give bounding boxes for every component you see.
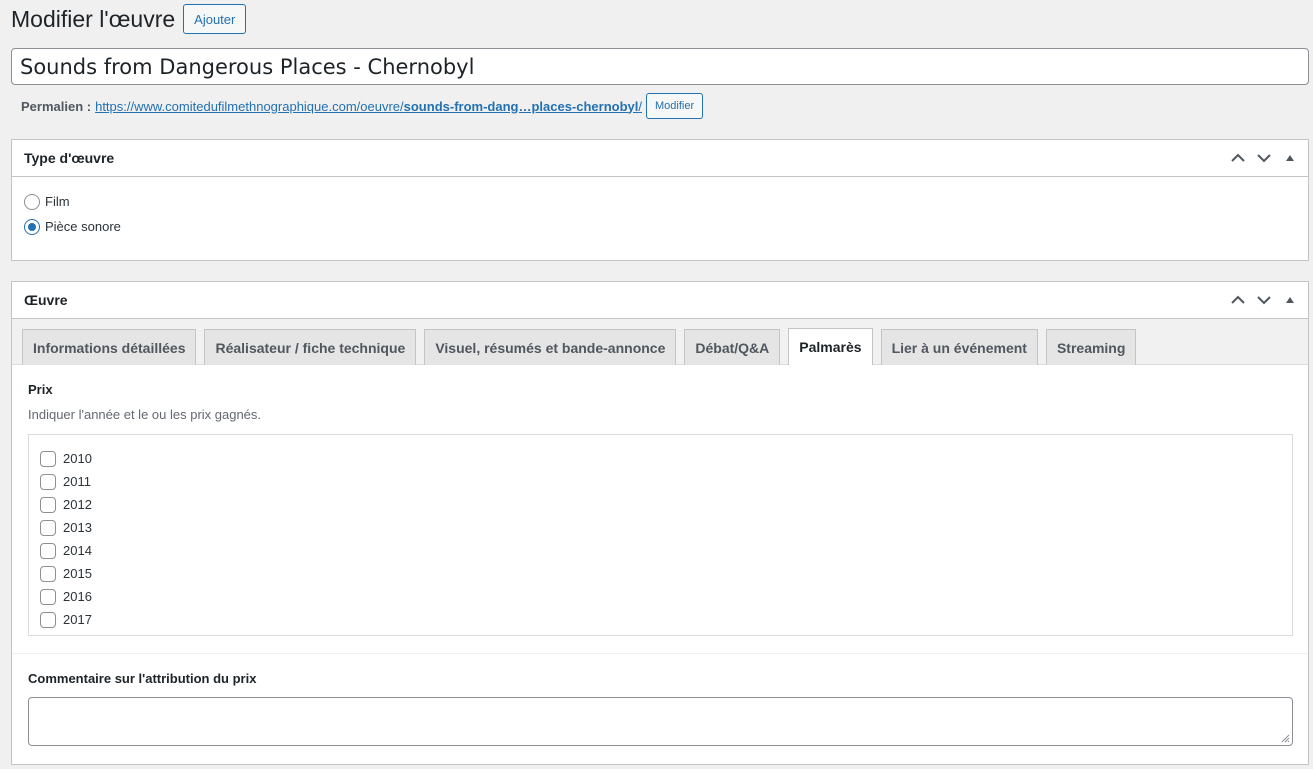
- checkbox[interactable]: [40, 565, 56, 582]
- checkbox-label: 2015: [63, 566, 92, 581]
- type-oeuvre-header: Type d'œuvre: [12, 140, 1308, 177]
- chevron-up-icon[interactable]: [1228, 148, 1248, 168]
- tab-palmares[interactable]: Palmarès: [788, 328, 873, 365]
- list-item[interactable]: 2015: [40, 562, 1292, 585]
- tab-debat[interactable]: Débat/Q&A: [684, 329, 781, 365]
- checkbox[interactable]: [40, 588, 56, 605]
- list-item[interactable]: 2017: [40, 608, 1292, 631]
- type-oeuvre-box: Type d'œuvre Film Pièce sonore: [11, 139, 1309, 261]
- tab-streaming[interactable]: Streaming: [1045, 329, 1137, 365]
- box-handle-actions: [1228, 148, 1300, 168]
- checkbox-label: 2010: [63, 451, 92, 466]
- page-header: Modifier l'œuvre Ajouter: [11, 4, 247, 34]
- type-oeuvre-options: Film Pièce sonore: [12, 177, 1308, 239]
- field-divider: [12, 653, 1308, 654]
- checkbox-label: 2013: [63, 520, 92, 535]
- checkbox[interactable]: [40, 473, 56, 490]
- radio-film[interactable]: [24, 193, 40, 210]
- tab-realisateur[interactable]: Réalisateur / fiche technique: [204, 329, 417, 365]
- oeuvre-title: Œuvre: [24, 292, 68, 308]
- prix-description: Indiquer l'année et le ou les prix gagné…: [28, 407, 262, 422]
- list-item[interactable]: 2012: [40, 493, 1292, 516]
- permalink-trailing-slash: /: [638, 98, 643, 114]
- commentaire-label: Commentaire sur l'attribution du prix: [28, 671, 257, 686]
- permalink-slug: sounds-from-dang…places-chernobyl: [403, 98, 639, 114]
- toggle-arrow-icon[interactable]: [1280, 148, 1300, 168]
- permalink-url-base: https://www.comitedufilmethnographique.c…: [95, 98, 404, 114]
- oeuvre-tabs: Informations détaillées Réalisateur / fi…: [12, 319, 1308, 365]
- oeuvre-box: Œuvre Informations détaillées Réalisateu…: [11, 281, 1309, 765]
- page-title: Modifier l'œuvre: [11, 5, 176, 32]
- checkbox-label: 2014: [63, 543, 92, 558]
- list-item[interactable]: 2011: [40, 470, 1292, 493]
- prix-checklist: 2010 2011 2012 2013 2014 2015 2016 2017: [28, 434, 1293, 636]
- checkbox[interactable]: [40, 519, 56, 536]
- list-item[interactable]: 2016: [40, 585, 1292, 608]
- checkbox[interactable]: [40, 450, 56, 467]
- resize-grip-icon[interactable]: [1280, 733, 1290, 743]
- radio-option-film[interactable]: Film: [24, 189, 1296, 214]
- checkbox[interactable]: [40, 496, 56, 513]
- prix-label: Prix: [28, 382, 53, 397]
- permalink-row: Permalien : https://www.comitedufilmethn…: [21, 93, 704, 119]
- checkbox-label: 2017: [63, 612, 92, 627]
- radio-piece-sonore-label: Pièce sonore: [45, 219, 121, 234]
- type-oeuvre-title: Type d'œuvre: [24, 150, 115, 166]
- permalink-label: Permalien :: [21, 98, 92, 114]
- list-item[interactable]: 2014: [40, 539, 1292, 562]
- tab-visuel[interactable]: Visuel, résumés et bande-annonce: [424, 329, 677, 365]
- radio-film-label: Film: [45, 194, 70, 209]
- permalink-link[interactable]: https://www.comitedufilmethnographique.c…: [95, 99, 642, 114]
- tab-informations-detaillees[interactable]: Informations détaillées: [22, 329, 197, 365]
- checkbox-label: 2016: [63, 589, 92, 604]
- box-handle-actions: [1228, 290, 1300, 310]
- chevron-up-icon[interactable]: [1228, 290, 1248, 310]
- checkbox[interactable]: [40, 542, 56, 559]
- toggle-arrow-icon[interactable]: [1280, 290, 1300, 310]
- radio-piece-sonore[interactable]: [24, 218, 40, 235]
- checkbox-label: 2011: [63, 474, 91, 489]
- chevron-down-icon[interactable]: [1254, 290, 1274, 310]
- list-item[interactable]: 2010: [40, 447, 1292, 470]
- post-title-input[interactable]: [11, 48, 1309, 85]
- chevron-down-icon[interactable]: [1254, 148, 1274, 168]
- edit-permalink-button[interactable]: Modifier: [646, 93, 704, 119]
- checkbox-label: 2012: [63, 497, 92, 512]
- list-item[interactable]: 2013: [40, 516, 1292, 539]
- commentaire-textarea[interactable]: [28, 697, 1293, 746]
- radio-option-piece-sonore[interactable]: Pièce sonore: [24, 214, 1296, 239]
- tab-lier-evenement[interactable]: Lier à un événement: [880, 329, 1038, 365]
- checkbox[interactable]: [40, 611, 56, 628]
- add-new-button[interactable]: Ajouter: [183, 4, 247, 34]
- oeuvre-header: Œuvre: [12, 282, 1308, 319]
